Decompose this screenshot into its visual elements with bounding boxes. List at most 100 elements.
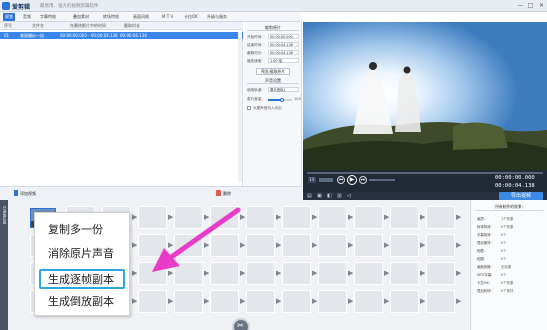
start-time-field[interactable]: 00:00:00.000 — [268, 34, 299, 39]
maximize-button[interactable]: □ — [526, 2, 535, 10]
tab-overlay-material[interactable]: 叠加素材 — [71, 13, 91, 21]
timeline-side-tab[interactable]: 已添加片段 — [0, 200, 8, 330]
transition-arrow-icon: ▶ — [456, 297, 462, 305]
track-select[interactable]: 原片音轨1 — [268, 87, 299, 92]
delete-button[interactable]: 删除 — [223, 191, 231, 197]
minimize-button[interactable]: — — [516, 2, 525, 10]
transition-arrow-icon: ▶ — [312, 269, 318, 277]
empty-clip-slot[interactable] — [282, 234, 311, 257]
effect-value[interactable]: 0个 — [501, 240, 507, 245]
empty-clip-slot[interactable] — [246, 234, 275, 257]
file-list-scrollbar[interactable] — [238, 32, 242, 182]
speed-badge[interactable]: 1X — [308, 177, 316, 183]
share-icon[interactable]: ◁ — [347, 193, 353, 199]
row-final-time: 00:00:00.000 - 00:00:04.138 — [60, 33, 118, 38]
column-header-filename: 文件名 — [32, 23, 44, 28]
empty-clip-slot[interactable] — [282, 290, 311, 313]
next-frame-button[interactable]: ⏭ — [359, 176, 367, 184]
empty-clip-slot[interactable] — [426, 290, 455, 313]
effect-label: 字幕特效: — [477, 233, 492, 237]
tab-mtv[interactable]: M T V — [160, 13, 175, 21]
effect-value[interactable]: 0个效果 — [501, 224, 513, 229]
effect-value[interactable]: 0个 — [501, 232, 507, 237]
play-button[interactable]: ▶ — [347, 175, 357, 185]
effect-label: MTV字幕: — [477, 273, 493, 277]
effect-value[interactable]: 0个效果 — [501, 280, 513, 285]
empty-clip-slot[interactable] — [354, 262, 383, 285]
export-video-button[interactable]: 导出视频 — [499, 192, 543, 200]
speed-field[interactable]: 1.00 倍 — [268, 58, 299, 63]
tab-video[interactable]: 视频 — [3, 13, 15, 21]
effect-value[interactable]: 1个效果 — [501, 216, 513, 221]
preview-trim-button[interactable]: 预览/截取原片 — [256, 68, 290, 75]
empty-clip-slot[interactable] — [318, 234, 347, 257]
effect-value[interactable]: 0个 — [501, 248, 507, 253]
effect-value[interactable]: 0个 — [501, 256, 507, 261]
effect-label: 叠加转场: — [477, 289, 492, 293]
volume-bar[interactable] — [369, 179, 395, 181]
menu-item-reverse-copy[interactable]: 生成倒放副本 — [39, 292, 125, 312]
tab-karaoke[interactable]: 卡拉OK — [182, 13, 200, 21]
end-time-label: 结束时间: — [247, 43, 263, 47]
menu-item-frame-by-frame-copy[interactable]: 生成逐帧副本 — [39, 269, 125, 289]
empty-clip-slot[interactable] — [174, 290, 203, 313]
close-button[interactable]: ✕ — [537, 2, 546, 10]
add-video-button[interactable]: 添加视频 — [20, 191, 36, 197]
menu-item-duplicate[interactable]: 复制多一份 — [39, 220, 125, 240]
empty-clip-slot[interactable] — [390, 262, 419, 285]
empty-clip-slot[interactable] — [390, 290, 419, 313]
empty-clip-slot[interactable] — [318, 262, 347, 285]
folder-icon[interactable]: ▣ — [317, 193, 323, 199]
empty-clip-slot[interactable] — [354, 290, 383, 313]
empty-clip-slot[interactable] — [282, 206, 311, 229]
screenshot-icon[interactable]: ◧ — [327, 193, 333, 199]
empty-clip-slot[interactable] — [246, 290, 275, 313]
empty-clip-slot[interactable] — [426, 206, 455, 229]
effect-value[interactable]: 0个 — [501, 272, 507, 277]
empty-clip-slot[interactable] — [318, 290, 347, 313]
empty-clip-slot[interactable] — [246, 262, 275, 285]
volume-slider-handle[interactable] — [280, 98, 284, 102]
empty-clip-slot[interactable] — [318, 206, 347, 229]
empty-clip-slot[interactable] — [138, 290, 167, 313]
scissors-button[interactable]: ✂ — [232, 318, 250, 330]
transition-arrow-icon: ▶ — [456, 269, 462, 277]
menu-item-remove-audio[interactable]: 消除原片声音 — [39, 244, 125, 264]
tab-upgrade-service[interactable]: 升级与服务 — [205, 13, 229, 21]
effect-value[interactable]: 0个素材 — [501, 288, 513, 293]
transition-arrow-icon: ▶ — [384, 269, 390, 277]
empty-clip-slot[interactable] — [426, 234, 455, 257]
effects-summary-panel: 所有制作的效果: 画质: 1个效果 转场特效: 0个效果 字幕特效: 0个 叠加素材: 0个相… — [470, 200, 547, 330]
playback-progress[interactable] — [307, 172, 543, 174]
fade-checkbox[interactable] — [247, 106, 251, 110]
effect-value[interactable]: 无效果 — [501, 264, 511, 269]
tab-audio[interactable]: 音频 — [21, 13, 33, 21]
empty-clip-slot[interactable] — [426, 262, 455, 285]
empty-clip-slot[interactable] — [246, 206, 275, 229]
tab-picture-style[interactable]: 画面风格 — [131, 13, 151, 21]
empty-clip-slot[interactable] — [282, 262, 311, 285]
save-icon[interactable]: ▤ — [307, 193, 313, 199]
transition-arrow-icon: ▶ — [456, 241, 462, 249]
prev-frame-button[interactable]: ⏮ — [337, 176, 345, 184]
settings-icon[interactable]: ▥ — [337, 193, 343, 199]
fade-label: 头尾声音淡入淡出 — [253, 106, 282, 110]
empty-clip-slot[interactable] — [210, 290, 239, 313]
empty-clip-slot[interactable] — [390, 234, 419, 257]
duration-field[interactable]: 00:00:04.138 — [268, 50, 299, 55]
tab-subtitle-effects[interactable]: 字幕特效 — [38, 13, 58, 21]
clip-context-menu: 复制多一份 消除原片声音 生成逐帧副本 生成倒放副本 — [34, 212, 130, 316]
transition-arrow-icon: ▶ — [348, 297, 354, 305]
end-time-field[interactable]: 00:00:04.138 — [268, 42, 299, 47]
volume-slider[interactable] — [268, 98, 292, 102]
track-label: 使用轨道: — [247, 88, 263, 92]
empty-clip-slot[interactable] — [390, 206, 419, 229]
speed-slider[interactable] — [319, 178, 333, 182]
timeline-side-label: 已添加片段 — [3, 206, 7, 224]
transition-arrow-icon: ▶ — [420, 269, 426, 277]
transition-arrow-icon: ▶ — [204, 297, 210, 305]
table-row[interactable]: 01 美丽婚纱一组 00:00:00.000 - 00:00:04.138 00… — [0, 32, 243, 39]
empty-clip-slot[interactable] — [354, 206, 383, 229]
tab-transition-effects[interactable]: 转场特效 — [101, 13, 121, 21]
empty-clip-slot[interactable] — [354, 234, 383, 257]
